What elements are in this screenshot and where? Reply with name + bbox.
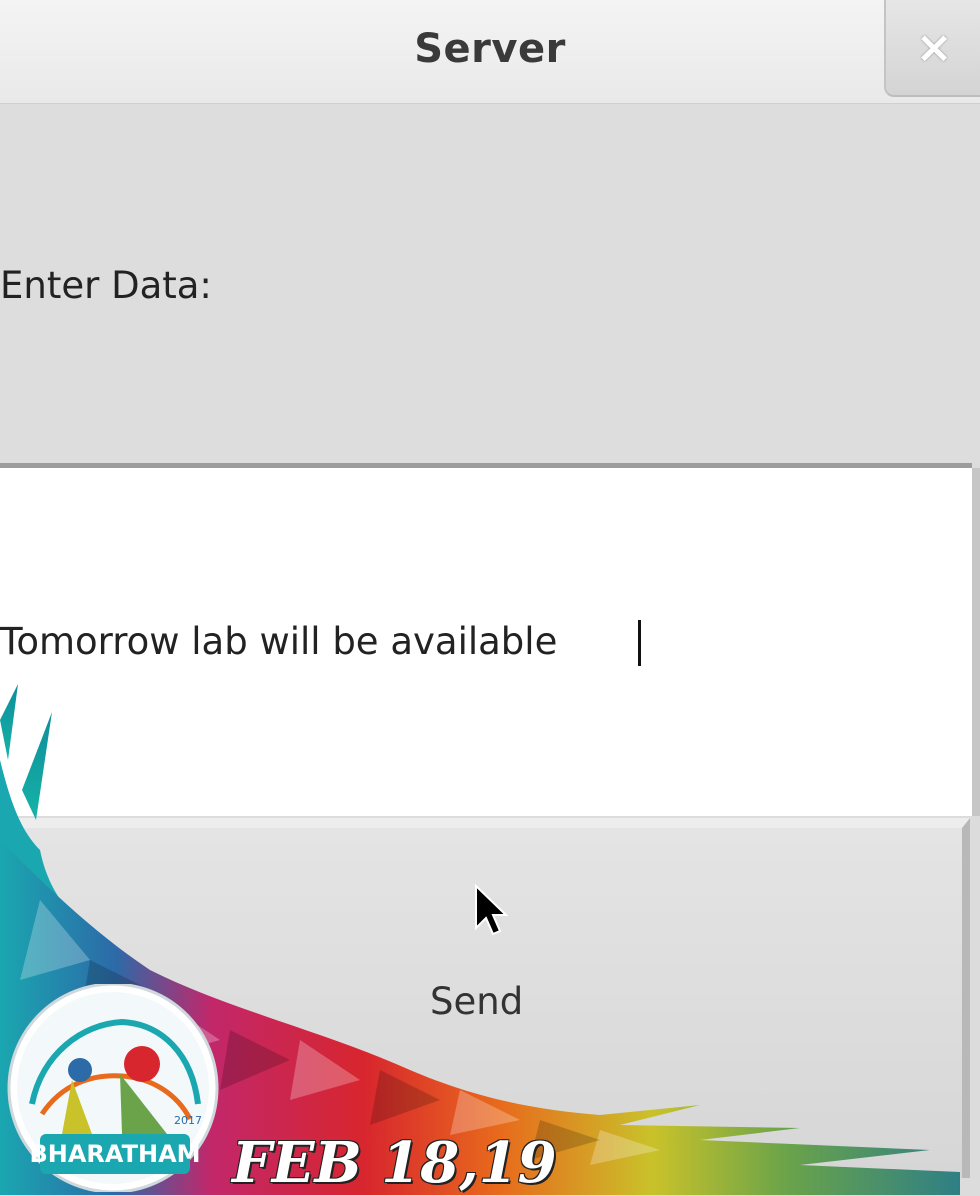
logo-wordmark: BHARATHAM [29, 1140, 200, 1168]
close-button[interactable]: × [884, 0, 980, 97]
window-title: Server [414, 26, 566, 72]
event-date: FEB 18,19 [232, 1130, 557, 1196]
close-icon: × [915, 22, 953, 73]
festival-logo-icon: BHARATHAM 2017 [7, 984, 219, 1192]
data-input-value: Tomorrow lab will be available [0, 620, 570, 663]
text-caret [638, 620, 641, 666]
mouse-pointer-icon [475, 884, 508, 936]
send-button-label: Send [430, 980, 524, 1023]
enter-data-label: Enter Data: [0, 264, 212, 307]
title-bar: Server × [0, 0, 980, 104]
logo-year: 2017 [174, 1114, 202, 1127]
